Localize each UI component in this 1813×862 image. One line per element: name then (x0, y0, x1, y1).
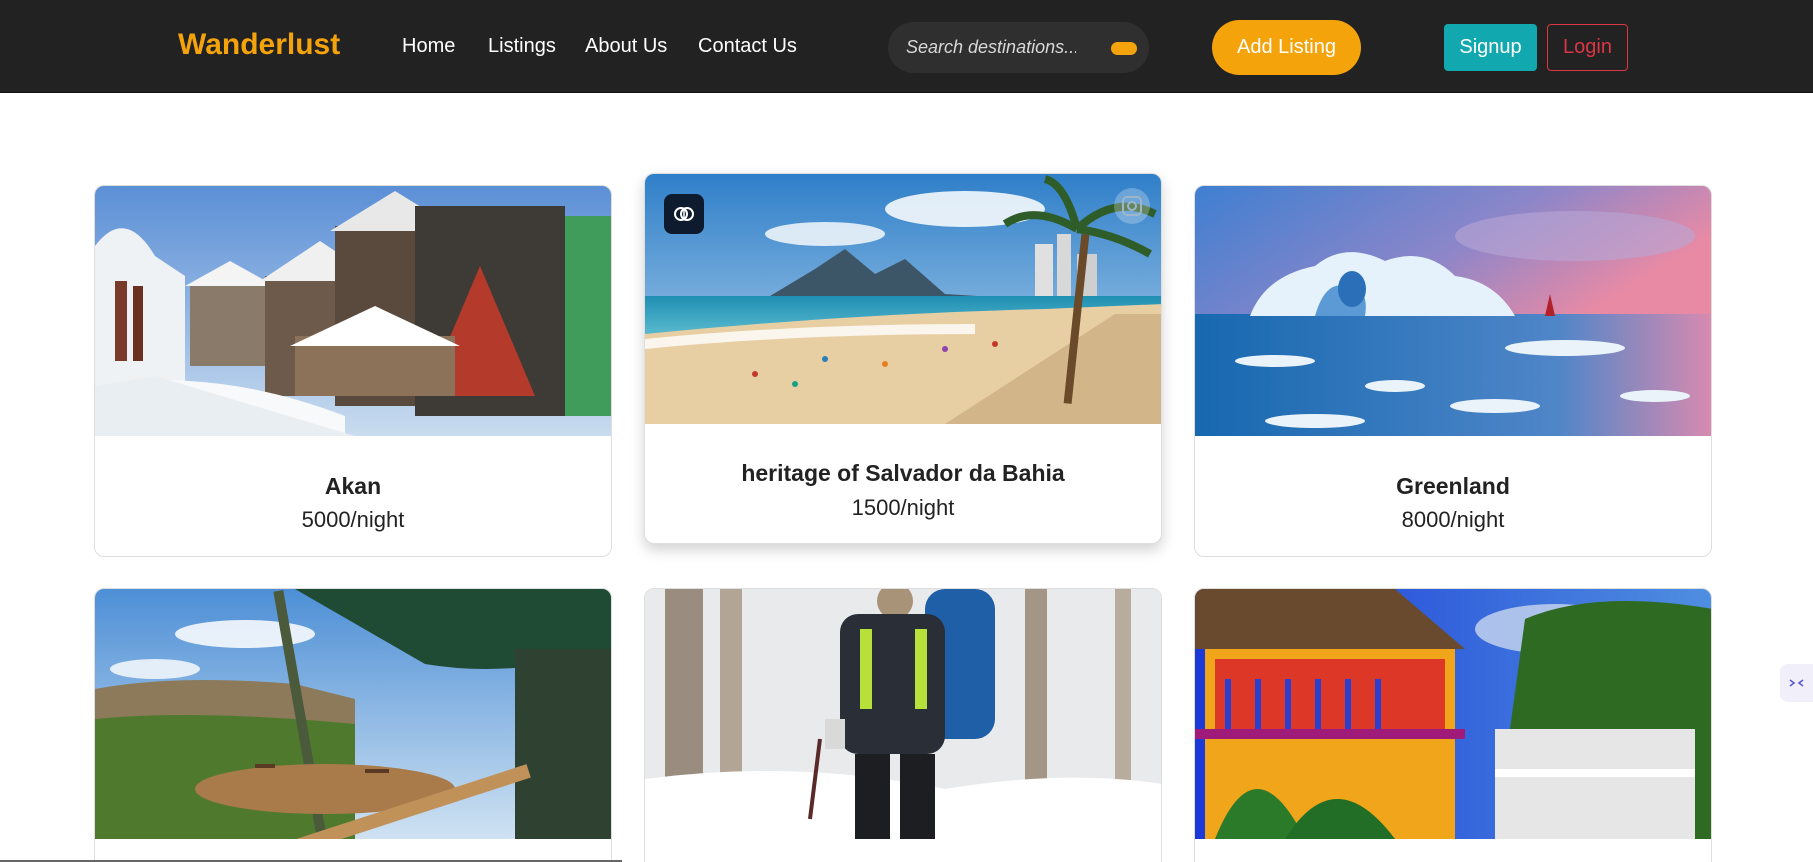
nav-link-about-us[interactable]: About Us (585, 35, 667, 58)
brand-logo[interactable]: Wanderlust (178, 28, 340, 62)
listing-price: 5000/night (301, 507, 405, 532)
listing-image (1195, 589, 1711, 839)
nav-link-home[interactable]: Home (402, 35, 455, 58)
listing-card[interactable] (1194, 588, 1712, 862)
search-bar (888, 22, 1149, 73)
listing-card[interactable] (94, 588, 612, 862)
listing-image (95, 589, 611, 839)
listing-price: 1500/night (851, 495, 955, 520)
listing-title: Akan (324, 473, 382, 499)
add-listing-button[interactable]: Add Listing (1212, 20, 1361, 75)
listing-card[interactable]: Greenland 8000/night (1194, 185, 1712, 557)
nav-link-listings[interactable]: Listings (488, 35, 556, 58)
listing-card[interactable] (644, 588, 1162, 862)
expand-panel-icon[interactable] (1780, 664, 1813, 702)
visual-search-icon[interactable] (1114, 188, 1150, 224)
listing-price: 8000/night (1401, 507, 1505, 532)
login-button[interactable]: Login (1547, 24, 1628, 71)
listing-image (645, 589, 1161, 839)
listing-image (645, 174, 1161, 424)
navbar: Wanderlust Home Listings About Us Contac… (0, 0, 1813, 93)
listing-title: heritage of Salvador da Bahia (741, 460, 1065, 486)
listing-image (1195, 186, 1711, 436)
search-input[interactable] (906, 35, 1076, 59)
listing-title: Greenland (1396, 473, 1510, 499)
nav-link-contact-us[interactable]: Contact Us (698, 35, 797, 58)
brain-icon[interactable] (664, 194, 704, 234)
listing-image (95, 186, 611, 436)
listing-card[interactable]: heritage of Salvador da Bahia 1500/night (644, 173, 1162, 544)
signup-button[interactable]: Signup (1444, 24, 1537, 71)
listing-card[interactable]: Akan 5000/night (94, 185, 612, 557)
search-button[interactable] (1111, 42, 1137, 55)
